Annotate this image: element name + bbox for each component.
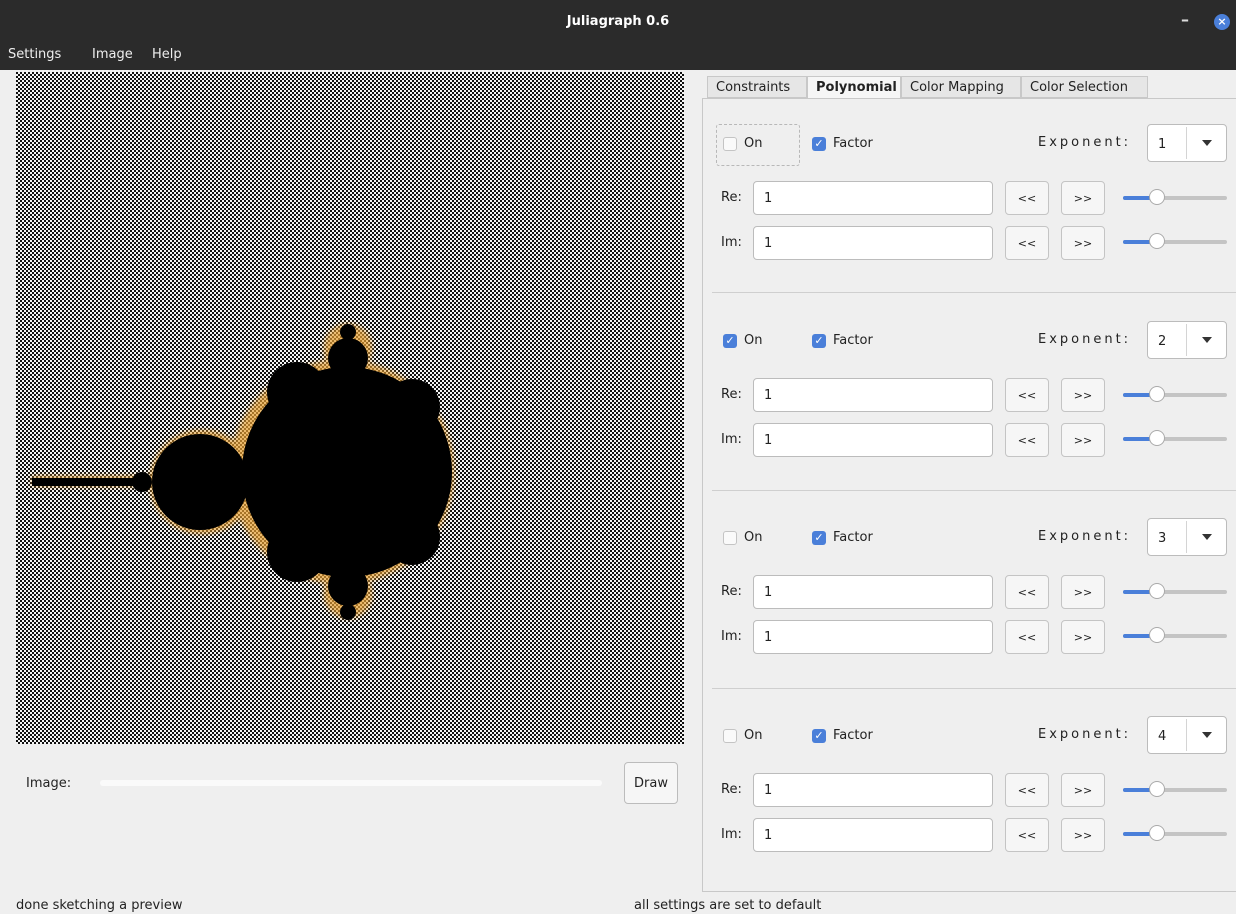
re-slider-4[interactable] bbox=[1123, 779, 1229, 799]
factor-checkbox-4[interactable]: ✓ bbox=[812, 729, 826, 743]
exponent-select-2[interactable]: 2 bbox=[1147, 321, 1227, 359]
factor-label-4: Factor bbox=[833, 728, 873, 743]
on-checkbox-2[interactable]: ✓ bbox=[723, 334, 737, 348]
status-message-right: all settings are set to default bbox=[634, 898, 822, 913]
re-back-button-2[interactable]: << bbox=[1005, 378, 1049, 412]
tab-constraints[interactable]: Constraints bbox=[707, 76, 807, 98]
re-label-3: Re: bbox=[721, 584, 742, 599]
im-slider-3[interactable] bbox=[1123, 625, 1229, 645]
re-slider-2[interactable] bbox=[1123, 384, 1229, 404]
on-label-1: On bbox=[744, 136, 763, 151]
im-forward-button-3[interactable]: >> bbox=[1061, 620, 1105, 654]
im-slider-2[interactable] bbox=[1123, 428, 1229, 448]
factor-label-1: Factor bbox=[833, 136, 873, 151]
re-back-button-1[interactable]: << bbox=[1005, 181, 1049, 215]
exponent-label-1: Exponent: bbox=[1038, 135, 1132, 150]
im-label-4: Im: bbox=[721, 827, 742, 842]
factor-checkbox-1[interactable]: ✓ bbox=[812, 137, 826, 151]
im-back-button-2[interactable]: << bbox=[1005, 423, 1049, 457]
fractal-image bbox=[16, 72, 684, 744]
image-label: Image: bbox=[26, 776, 72, 791]
im-slider-1[interactable] bbox=[1123, 231, 1229, 251]
re-input-2[interactable]: 1 bbox=[753, 378, 993, 412]
im-back-button-1[interactable]: << bbox=[1005, 226, 1049, 260]
re-slider-3[interactable] bbox=[1123, 581, 1229, 601]
re-input-3[interactable]: 1 bbox=[753, 575, 993, 609]
re-label-2: Re: bbox=[721, 387, 742, 402]
factor-label-3: Factor bbox=[833, 530, 873, 545]
re-forward-button-4[interactable]: >> bbox=[1061, 773, 1105, 807]
on-label-3: On bbox=[744, 530, 763, 545]
exponent-label-4: Exponent: bbox=[1038, 727, 1132, 742]
chevron-down-icon bbox=[1202, 140, 1212, 146]
im-input-2[interactable]: 1 bbox=[753, 423, 993, 457]
re-back-button-4[interactable]: << bbox=[1005, 773, 1049, 807]
divider bbox=[712, 688, 1236, 689]
im-input-4[interactable]: 1 bbox=[753, 818, 993, 852]
chevron-down-icon bbox=[1202, 534, 1212, 540]
im-label-2: Im: bbox=[721, 432, 742, 447]
exponent-select-4[interactable]: 4 bbox=[1147, 716, 1227, 754]
on-checkbox-1[interactable] bbox=[723, 137, 737, 151]
factor-checkbox-3[interactable]: ✓ bbox=[812, 531, 826, 545]
tab-color-mapping[interactable]: Color Mapping bbox=[901, 76, 1021, 98]
exponent-label-3: Exponent: bbox=[1038, 529, 1132, 544]
re-slider-1[interactable] bbox=[1123, 187, 1229, 207]
window-title: Juliagraph 0.6 bbox=[566, 14, 670, 29]
on-label-4: On bbox=[744, 728, 763, 743]
re-back-button-3[interactable]: << bbox=[1005, 575, 1049, 609]
re-input-4[interactable]: 1 bbox=[753, 773, 993, 807]
menu-image[interactable]: Image bbox=[92, 47, 133, 62]
re-input-1[interactable]: 1 bbox=[753, 181, 993, 215]
re-forward-button-1[interactable]: >> bbox=[1061, 181, 1105, 215]
re-label-1: Re: bbox=[721, 190, 742, 205]
factor-checkbox-2[interactable]: ✓ bbox=[812, 334, 826, 348]
im-input-1[interactable]: 1 bbox=[753, 226, 993, 260]
chevron-down-icon bbox=[1202, 732, 1212, 738]
menu-settings[interactable]: Settings bbox=[8, 47, 61, 62]
on-checkbox-3[interactable] bbox=[723, 531, 737, 545]
divider bbox=[712, 490, 1236, 491]
factor-label-2: Factor bbox=[833, 333, 873, 348]
im-label-1: Im: bbox=[721, 235, 742, 250]
re-label-4: Re: bbox=[721, 782, 742, 797]
draw-button[interactable]: Draw bbox=[624, 762, 678, 804]
fractal-preview[interactable] bbox=[16, 72, 684, 744]
im-forward-button-1[interactable]: >> bbox=[1061, 226, 1105, 260]
re-forward-button-2[interactable]: >> bbox=[1061, 378, 1105, 412]
divider bbox=[712, 292, 1236, 293]
exponent-select-1[interactable]: 1 bbox=[1147, 124, 1227, 162]
close-icon[interactable]: × bbox=[1214, 14, 1230, 30]
exponent-label-2: Exponent: bbox=[1038, 332, 1132, 347]
status-message-left: done sketching a preview bbox=[16, 898, 183, 913]
im-input-3[interactable]: 1 bbox=[753, 620, 993, 654]
exponent-select-3[interactable]: 3 bbox=[1147, 518, 1227, 556]
chevron-down-icon bbox=[1202, 337, 1212, 343]
im-label-3: Im: bbox=[721, 629, 742, 644]
im-slider-4[interactable] bbox=[1123, 823, 1229, 843]
render-progress-bar bbox=[100, 780, 602, 786]
menu-help[interactable]: Help bbox=[152, 47, 182, 62]
title-bar: Juliagraph 0.6 – × bbox=[0, 0, 1236, 44]
im-forward-button-4[interactable]: >> bbox=[1061, 818, 1105, 852]
re-forward-button-3[interactable]: >> bbox=[1061, 575, 1105, 609]
tab-polynomial[interactable]: Polynomial bbox=[807, 76, 901, 100]
on-label-2: On bbox=[744, 333, 763, 348]
minimize-icon[interactable]: – bbox=[1181, 10, 1189, 29]
on-checkbox-4[interactable] bbox=[723, 729, 737, 743]
menu-bar: Settings Image Help bbox=[0, 44, 1236, 70]
im-forward-button-2[interactable]: >> bbox=[1061, 423, 1105, 457]
im-back-button-3[interactable]: << bbox=[1005, 620, 1049, 654]
tab-color-selection[interactable]: Color Selection bbox=[1021, 76, 1148, 98]
im-back-button-4[interactable]: << bbox=[1005, 818, 1049, 852]
